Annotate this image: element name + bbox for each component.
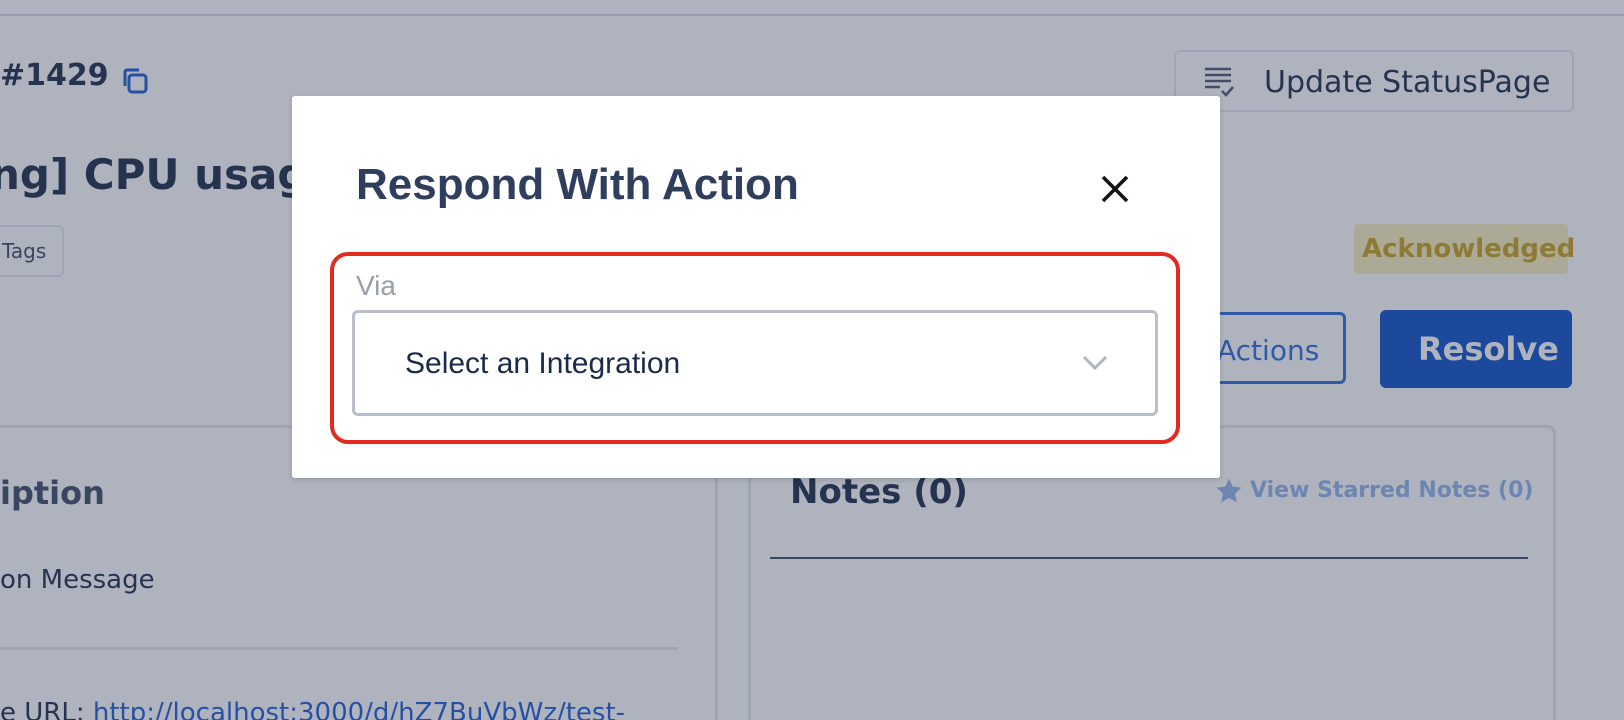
modal-title: Respond With Action — [356, 160, 799, 209]
integration-select-value: Select an Integration — [405, 347, 681, 380]
integration-select[interactable]: Select an Integration — [352, 310, 1158, 416]
via-label: Via — [356, 270, 396, 301]
respond-with-action-modal: Respond With Action Via Select an Integr… — [292, 96, 1220, 478]
close-icon[interactable] — [1098, 172, 1132, 206]
chevron-down-icon — [1082, 355, 1108, 371]
incident-page: #1429 ng] CPU usag Tags Update StatusPag… — [0, 0, 1624, 720]
